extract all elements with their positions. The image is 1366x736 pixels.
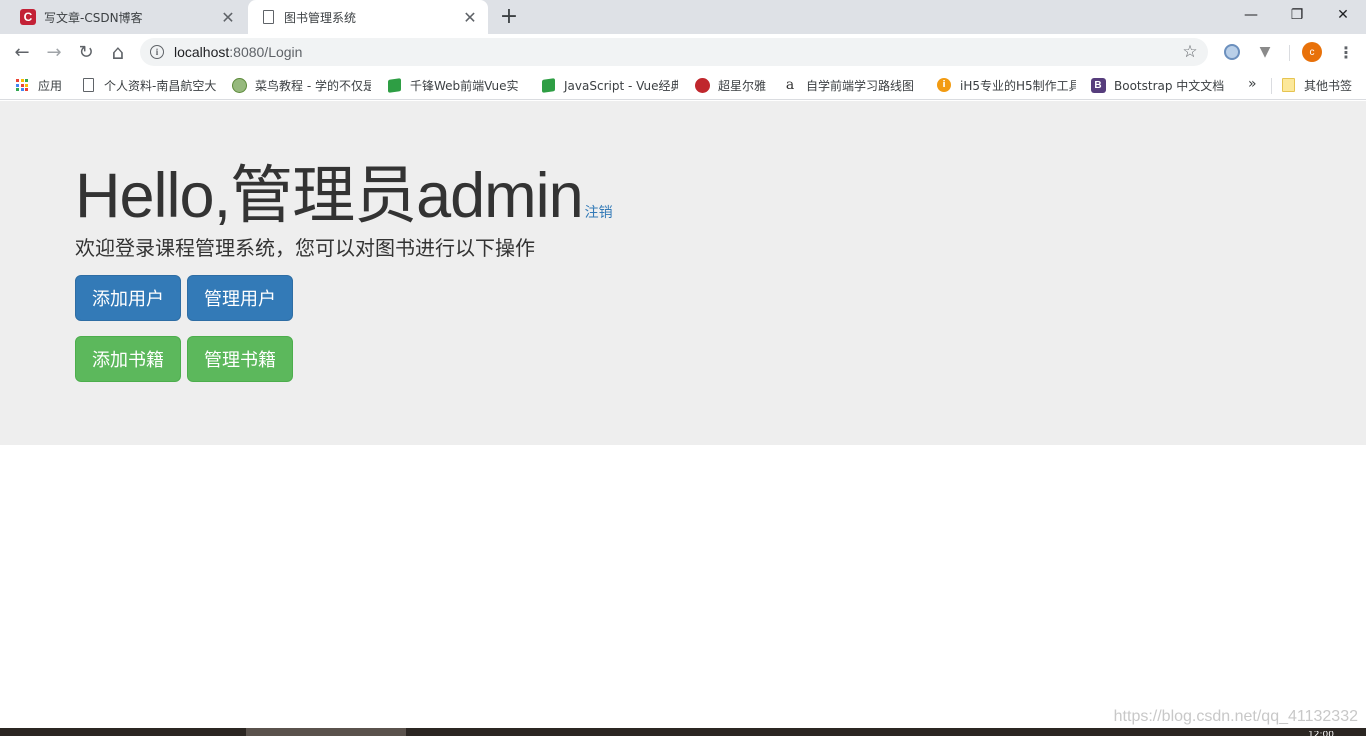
taskbar-active-app[interactable] — [246, 728, 406, 736]
bookmark-label: 超星尔雅 — [718, 78, 767, 93]
bookmark-label: 菜鸟教程 - 学的不仅是 — [255, 78, 371, 93]
os-taskbar — [0, 728, 1366, 736]
home-button[interactable]: ⌂ — [104, 38, 132, 66]
bookmarks-bar: 应用 个人资料-南昌航空大 菜鸟教程 - 学的不仅是 千锋Web前端Vue实 J… — [0, 70, 1366, 100]
bookmark-item[interactable]: 个人资料-南昌航空大 — [80, 76, 216, 94]
add-book-button[interactable]: 添加书籍 — [75, 336, 181, 382]
bookmark-label: iH5专业的H5制作工具 — [960, 78, 1076, 93]
profile-avatar[interactable]: c — [1302, 42, 1322, 62]
vue-devtools-icon[interactable]: ▼ — [1255, 42, 1275, 62]
window-controls: — ❐ ✕ — [1228, 0, 1366, 30]
green-book-icon — [386, 77, 402, 93]
page-title: Hello,管理员admin 注销 — [75, 145, 613, 236]
bookmark-item[interactable]: 超星尔雅 — [694, 76, 770, 94]
manage-book-button[interactable]: 管理书籍 — [187, 336, 293, 382]
jumbotron: Hello,管理员admin 注销 欢迎登录课程管理系统，您可以对图书进行以下操… — [0, 101, 1366, 445]
forward-button[interactable]: → — [40, 38, 68, 66]
bookmark-label: 其他书签 — [1304, 78, 1353, 93]
add-user-button[interactable]: 添加用户 — [75, 275, 181, 321]
url-text[interactable]: localhost:8080/Login — [174, 44, 302, 60]
window-close-button[interactable]: ✕ — [1320, 0, 1366, 30]
bookmark-other-folder[interactable]: 其他书签 — [1280, 76, 1364, 94]
url-host: localhost — [174, 44, 230, 60]
bookmarks-divider — [1271, 78, 1272, 94]
bookmark-item[interactable]: 千锋Web前端Vue实 — [386, 76, 524, 94]
csdn-icon: C — [20, 9, 36, 25]
bookmark-item[interactable]: a 自学前端学习路线图 — [782, 76, 918, 94]
close-tab-icon[interactable]: ✕ — [462, 8, 478, 27]
bookmark-apps[interactable]: 应用 — [14, 76, 74, 94]
url-path: :8080/Login — [229, 44, 303, 60]
bookmarks-overflow-button[interactable]: » — [1248, 76, 1257, 92]
welcome-subtitle: 欢迎登录课程管理系统，您可以对图书进行以下操作 — [75, 236, 535, 260]
tab-title: 写文章-CSDN博客 — [44, 10, 143, 25]
apps-grid-icon — [14, 77, 30, 93]
new-tab-button[interactable]: + — [498, 6, 520, 28]
bookmark-label: Bootstrap 中文文档 — [1114, 78, 1225, 93]
bookmark-label: 应用 — [38, 78, 63, 93]
green-book-icon — [540, 77, 556, 93]
bookmark-label: 自学前端学习路线图 — [806, 78, 915, 93]
minimize-button[interactable]: — — [1228, 0, 1274, 30]
chaoxing-icon — [694, 77, 710, 93]
reload-button[interactable]: ↻ — [72, 38, 100, 66]
bookmark-item[interactable]: JavaScript - Vue经典 — [540, 76, 678, 94]
watermark: https://blog.csdn.net/qq_41132332 — [1113, 708, 1358, 725]
a-icon: a — [785, 77, 795, 93]
ih5-icon: i — [936, 77, 952, 93]
runoob-icon — [231, 77, 247, 93]
bookmark-item[interactable]: i iH5专业的H5制作工具 — [936, 76, 1076, 94]
back-button[interactable]: ← — [8, 38, 36, 66]
tab-library-system[interactable]: 图书管理系统 ✕ — [248, 0, 488, 34]
greeting-heading: Hello,管理员admin — [75, 161, 584, 231]
page-icon — [80, 77, 96, 93]
bookmark-label: 个人资料-南昌航空大 — [104, 78, 216, 93]
bookmark-item[interactable]: B Bootstrap 中文文档 — [1090, 76, 1226, 94]
tab-title: 图书管理系统 — [284, 10, 357, 25]
manage-user-button[interactable]: 管理用户 — [187, 275, 293, 321]
folder-icon — [1280, 77, 1296, 93]
extension-icon[interactable] — [1222, 42, 1242, 62]
bookmark-label: JavaScript - Vue经典 — [564, 78, 678, 93]
bookmark-label: 千锋Web前端Vue实 — [410, 78, 519, 93]
browser-menu-icon[interactable]: ⋮ — [1336, 42, 1356, 62]
browser-toolbar: ← → ↻ ⌂ i localhost:8080/Login ☆ ▼ c ⋮ — [0, 34, 1366, 70]
address-bar[interactable]: i localhost:8080/Login ☆ — [140, 38, 1208, 66]
tab-strip: C 写文章-CSDN博客 ✕ 图书管理系统 ✕ + — ❐ ✕ — [0, 0, 1366, 34]
toolbar-divider — [1289, 45, 1290, 61]
restore-button[interactable]: ❐ — [1274, 0, 1320, 30]
close-tab-icon[interactable]: ✕ — [220, 8, 236, 27]
tab-csdn[interactable]: C 写文章-CSDN博客 ✕ — [8, 0, 246, 34]
logout-link[interactable]: 注销 — [585, 202, 613, 222]
page-icon — [260, 9, 276, 25]
taskbar-clock: 12:00 — [1308, 731, 1334, 736]
bootstrap-icon: B — [1090, 77, 1106, 93]
info-icon[interactable]: i — [150, 45, 164, 59]
bookmark-item[interactable]: 菜鸟教程 - 学的不仅是 — [231, 76, 371, 94]
bookmark-star-icon[interactable]: ☆ — [1180, 42, 1200, 62]
